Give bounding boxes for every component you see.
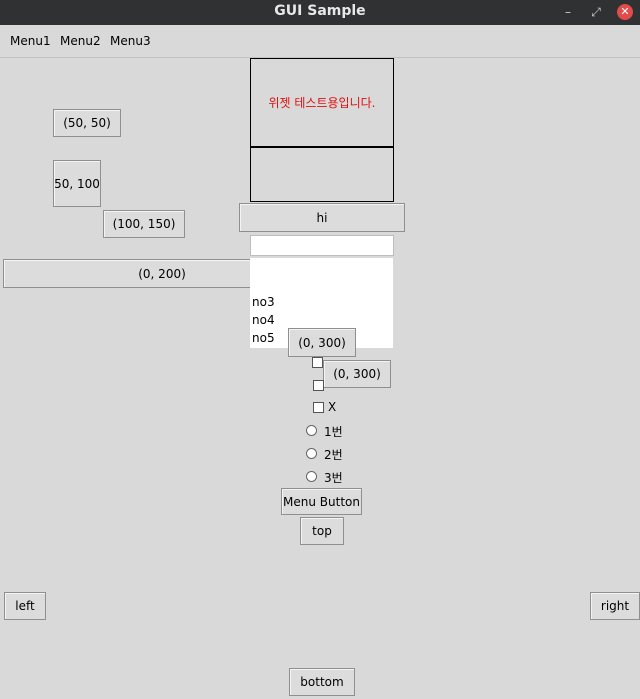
checkbox-x[interactable] xyxy=(313,402,324,413)
menu-item-menu3[interactable]: Menu3 xyxy=(110,34,151,48)
test-label: 위젯 테스트용입니다. xyxy=(268,96,376,110)
list-item[interactable]: no3 xyxy=(252,295,275,309)
menu-button[interactable]: Menu Button xyxy=(281,488,362,515)
menu-bar: Menu1 Menu2 Menu3 xyxy=(0,25,640,58)
right-button[interactable]: right xyxy=(590,592,640,620)
button-50-100[interactable]: (50, 100) xyxy=(53,160,101,207)
minimize-icon[interactable]: – xyxy=(560,4,576,20)
radio-2[interactable] xyxy=(306,448,317,459)
title-bar: GUI Sample – ⤢ ✕ xyxy=(0,0,640,25)
checkbox-2[interactable] xyxy=(313,380,324,391)
top-button[interactable]: top xyxy=(300,517,344,545)
hi-button[interactable]: hi xyxy=(239,203,405,232)
left-button[interactable]: left xyxy=(4,592,46,620)
radio-2-label: 2번 xyxy=(324,448,343,462)
radio-1-label: 1번 xyxy=(324,425,343,439)
text-entry[interactable] xyxy=(250,235,394,256)
menu-item-menu2[interactable]: Menu2 xyxy=(60,34,101,48)
empty-frame xyxy=(250,147,394,202)
window-title: GUI Sample xyxy=(274,3,366,19)
button-100-150[interactable]: (100, 150) xyxy=(103,210,185,238)
button-0-300-a[interactable]: (0, 300) xyxy=(288,328,356,357)
checkbox-1[interactable] xyxy=(312,357,323,368)
list-item[interactable]: no4 xyxy=(252,313,275,327)
button-50-50[interactable]: (50, 50) xyxy=(53,109,121,137)
bottom-button[interactable]: bottom xyxy=(289,668,355,696)
button-0-300-b[interactable]: (0, 300) xyxy=(323,360,391,388)
close-icon[interactable]: ✕ xyxy=(617,4,633,20)
restore-icon[interactable]: ⤢ xyxy=(588,4,604,20)
list-item[interactable]: no5 xyxy=(252,331,275,345)
radio-3-label: 3번 xyxy=(324,471,343,485)
radio-3[interactable] xyxy=(306,471,317,482)
radio-1[interactable] xyxy=(306,425,317,436)
checkbox-x-label: X xyxy=(328,400,337,414)
menu-item-menu1[interactable]: Menu1 xyxy=(10,34,51,48)
